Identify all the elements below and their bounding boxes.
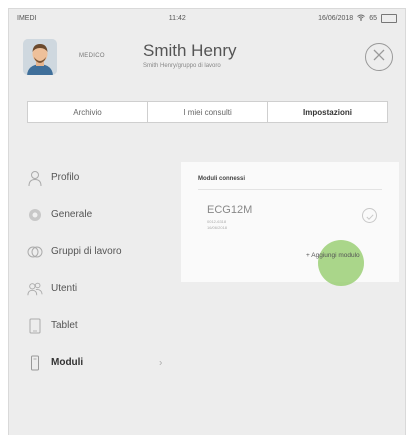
panel-title: Moduli connessi	[198, 176, 246, 182]
module-serial: 0012-6318	[207, 219, 227, 224]
panel-divider	[198, 189, 382, 190]
user-role: MEDICO	[79, 53, 105, 59]
tab-impostazioni[interactable]: Impostazioni	[268, 102, 387, 122]
group-icon	[27, 244, 43, 260]
module-name[interactable]: ECG12M	[207, 204, 252, 216]
user-group: Smith Henry/gruppo di lavoro	[143, 63, 221, 69]
modules-panel: Moduli connessi ECG12M 0012-6318 16/06/2…	[181, 162, 399, 286]
wifi-icon	[357, 14, 365, 23]
user-icon	[27, 170, 43, 186]
settings-icon	[27, 207, 43, 223]
menu-label-profilo: Profilo	[51, 172, 80, 183]
menu-item-generale[interactable]: Generale	[27, 196, 167, 233]
app-frame: IMEDI 11:42 16/06/2018 65 MEDICO Smith H…	[8, 8, 406, 435]
battery-icon	[380, 13, 397, 23]
tablet-icon	[27, 318, 43, 334]
clock: 11:42	[168, 14, 186, 22]
menu-label-generale: Generale	[51, 209, 93, 220]
module-icon	[27, 355, 43, 371]
close-button[interactable]	[365, 43, 393, 71]
status-date: 16/06/2018	[318, 14, 354, 22]
header: MEDICO Smith Henry Smith Henry/gruppo di…	[9, 29, 405, 87]
chevron-right-icon: ›	[159, 357, 163, 368]
check-icon	[365, 207, 374, 225]
menu-label-utenti: Utenti	[51, 283, 78, 294]
module-status-check[interactable]	[362, 208, 377, 223]
menu-label-moduli: Moduli	[51, 357, 84, 368]
menu-item-tablet[interactable]: Tablet	[27, 307, 167, 344]
menu-label-tablet: Tablet	[51, 320, 78, 331]
settings-menu: Profilo Generale Gruppi di lavoro Utenti…	[27, 159, 167, 381]
tab-archivio[interactable]: Archivio	[28, 102, 148, 122]
carrier: IMEDI	[17, 14, 37, 22]
status-right: 16/06/2018 65	[318, 13, 397, 23]
status-bar: IMEDI 11:42 16/06/2018 65	[9, 9, 405, 27]
tab-consulti[interactable]: I miei consulti	[148, 102, 268, 122]
menu-item-utenti[interactable]: Utenti	[27, 270, 167, 307]
module-date: 16/06/2018	[207, 225, 228, 230]
menu-item-gruppi[interactable]: Gruppi di lavoro	[27, 233, 167, 270]
menu-label-gruppi: Gruppi di lavoro	[51, 246, 122, 257]
user-name: Smith Henry	[143, 41, 237, 60]
menu-item-profilo[interactable]: Profilo	[27, 159, 167, 196]
add-module-link[interactable]: + Aggiungi modulo	[306, 252, 360, 259]
menu-item-moduli[interactable]: Moduli ›	[27, 344, 167, 381]
touch-indicator	[318, 240, 364, 286]
tab-bar: Archivio I miei consulti Impostazioni	[27, 101, 388, 123]
users-icon	[27, 281, 43, 297]
avatar	[23, 39, 57, 75]
close-icon	[373, 48, 385, 66]
battery-percent: 65	[369, 14, 377, 22]
